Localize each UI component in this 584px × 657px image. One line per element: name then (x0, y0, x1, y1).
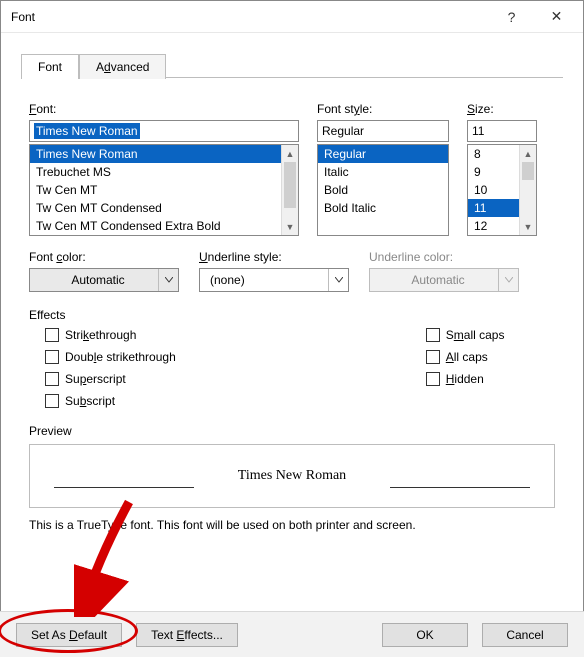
scroll-thumb[interactable] (522, 162, 534, 180)
hidden-checkbox[interactable]: Hidden (426, 372, 505, 386)
scroll-up-icon[interactable]: ▲ (282, 145, 298, 162)
cancel-button[interactable]: Cancel (482, 623, 568, 647)
ok-button[interactable]: OK (382, 623, 468, 647)
scrollbar[interactable]: ▲ ▼ (281, 145, 298, 235)
list-item[interactable]: Tw Cen MT Condensed Extra Bold (30, 217, 298, 235)
chevron-down-icon (498, 269, 518, 291)
list-item[interactable]: Bold (318, 181, 448, 199)
tab-font[interactable]: Font (21, 54, 79, 79)
size-label: Size: (467, 102, 537, 116)
tab-advanced[interactable]: Advanced (79, 54, 166, 79)
list-item[interactable]: Times New Roman (30, 145, 298, 163)
dialog-footer: Set As Default Text Effects... OK Cancel (0, 611, 584, 657)
list-item[interactable]: Italic (318, 163, 448, 181)
underline-style-label: Underline style: (199, 250, 349, 264)
effects-label: Effects (29, 308, 555, 322)
window-title: Font (11, 10, 35, 24)
preview-label: Preview (29, 424, 555, 438)
font-input[interactable]: Times New Roman (29, 120, 299, 142)
font-style-label: Font style: (317, 102, 449, 116)
small-caps-checkbox[interactable]: Small caps (426, 328, 505, 342)
scroll-down-icon[interactable]: ▼ (282, 218, 298, 235)
font-color-label: Font color: (29, 250, 179, 264)
font-listbox[interactable]: Times New Roman Trebuchet MS Tw Cen MT T… (29, 144, 299, 236)
all-caps-checkbox[interactable]: All caps (426, 350, 505, 364)
set-as-default-button[interactable]: Set As Default (16, 623, 122, 647)
list-item[interactable]: Bold Italic (318, 199, 448, 217)
double-strikethrough-checkbox[interactable]: Double strikethrough (45, 350, 176, 364)
font-style-listbox[interactable]: Regular Italic Bold Bold Italic (317, 144, 449, 236)
list-item[interactable]: Tw Cen MT Condensed (30, 199, 298, 217)
text-effects-button[interactable]: Text Effects... (136, 623, 238, 647)
scroll-thumb[interactable] (284, 162, 296, 208)
list-item[interactable]: Regular (318, 145, 448, 163)
font-style-input[interactable]: Regular (317, 120, 449, 142)
underline-color-label: Underline color: (369, 250, 519, 264)
font-dialog: Font ? ✕ Font Advanced Font: Times New R… (0, 0, 584, 657)
font-label: Font: (29, 102, 299, 116)
scroll-up-icon[interactable]: ▲ (520, 145, 536, 162)
chevron-down-icon (158, 269, 178, 291)
underline-color-dropdown: Automatic (369, 268, 519, 292)
strikethrough-checkbox[interactable]: Strikethrough (45, 328, 176, 342)
subscript-checkbox[interactable]: Subscript (45, 394, 176, 408)
scroll-down-icon[interactable]: ▼ (520, 218, 536, 235)
size-listbox[interactable]: 8 9 10 11 12 ▲ ▼ (467, 144, 537, 236)
size-input[interactable]: 11 (467, 120, 537, 142)
list-item[interactable]: Tw Cen MT (30, 181, 298, 199)
font-color-dropdown[interactable]: Automatic (29, 268, 179, 292)
font-note: This is a TrueType font. This font will … (29, 518, 555, 532)
preview-text: Times New Roman (238, 468, 346, 484)
chevron-down-icon (328, 269, 348, 291)
titlebar: Font ? ✕ (1, 1, 583, 33)
list-item[interactable]: Trebuchet MS (30, 163, 298, 181)
help-button[interactable]: ? (489, 2, 534, 32)
underline-style-dropdown[interactable]: (none) (199, 268, 349, 292)
close-button[interactable]: ✕ (534, 2, 579, 32)
preview-box: Times New Roman (29, 444, 555, 508)
scrollbar[interactable]: ▲ ▼ (519, 145, 536, 235)
superscript-checkbox[interactable]: Superscript (45, 372, 176, 386)
